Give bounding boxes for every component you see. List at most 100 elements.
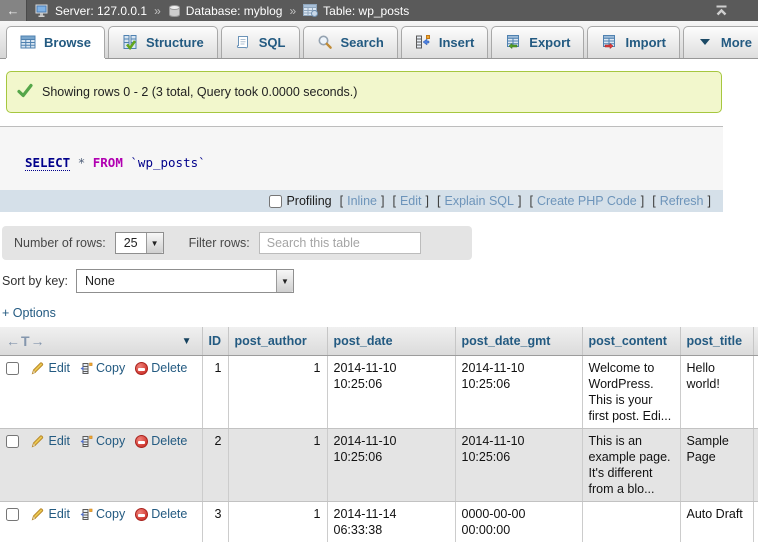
back-button[interactable]: ← xyxy=(0,0,27,21)
sql-star: * xyxy=(78,155,86,170)
create-php-code-link[interactable]: Create PHP Code xyxy=(537,194,637,208)
breadcrumb-separator: » xyxy=(154,4,161,18)
tab-structure[interactable]: Structure xyxy=(108,26,218,58)
cell-post-date-gmt: 2014-11-10 10:25:06 xyxy=(455,429,582,502)
edit-row-link[interactable]: Edit xyxy=(31,361,70,375)
bracket: [ xyxy=(392,194,395,208)
delete-row-link[interactable]: Delete xyxy=(135,507,187,521)
results-controls-bar: Number of rows: 25 ▼ Filter rows: xyxy=(2,226,472,260)
cell-post-date: 2014-11-10 10:25:06 xyxy=(327,429,455,502)
edit-row-link[interactable]: Edit xyxy=(31,434,70,448)
tab-export[interactable]: Export xyxy=(491,26,584,58)
tab-label: SQL xyxy=(259,35,286,50)
tab-search[interactable]: Search xyxy=(303,26,398,58)
column-header-overflow xyxy=(753,327,758,356)
profiling-checkbox[interactable] xyxy=(269,195,282,208)
import-icon xyxy=(601,34,617,50)
bracket: ] xyxy=(518,194,521,208)
cell-post-content: This is an example page. It's different … xyxy=(582,429,680,502)
tab-label: Browse xyxy=(44,35,91,50)
copy-row-link[interactable]: Copy xyxy=(80,434,125,448)
bracket: ] xyxy=(426,194,429,208)
breadcrumb-database[interactable]: Database: myblog xyxy=(186,4,283,18)
sql-query-text: SELECT * FROM `wp_posts` xyxy=(0,127,723,190)
tab-strip: Browse Structure SQL Search Insert xyxy=(0,21,758,59)
edit-row-link[interactable]: Edit xyxy=(31,507,70,521)
chevron-down-icon xyxy=(697,34,713,50)
copy-row-link[interactable]: Copy xyxy=(80,507,125,521)
explain-sql-link[interactable]: Explain SQL xyxy=(444,194,513,208)
column-header-id[interactable]: ID xyxy=(202,327,228,356)
options-expander[interactable]: + Options xyxy=(2,306,56,320)
status-message-text: Showing rows 0 - 2 (3 total, Query took … xyxy=(42,85,357,99)
tab-label: More xyxy=(721,35,752,50)
cell-id: 3 xyxy=(202,502,228,542)
sql-table-name: `wp_posts` xyxy=(130,155,205,170)
breadcrumb-separator: » xyxy=(289,4,296,18)
row-actions-cell: Edit Copy Delete xyxy=(0,429,202,502)
row-select-checkbox[interactable] xyxy=(6,362,19,375)
cell-post-author: 1 xyxy=(228,502,327,542)
tab-insert[interactable]: Insert xyxy=(401,26,488,58)
column-header-post-author[interactable]: post_author xyxy=(228,327,327,356)
filter-rows-input[interactable] xyxy=(259,232,421,254)
tab-more[interactable]: More xyxy=(683,26,758,58)
sort-by-key-row: Sort by key: None ▼ xyxy=(2,269,758,293)
column-order-arrows-icon[interactable]: ←T→ xyxy=(6,333,46,349)
delete-label: Delete xyxy=(151,434,187,448)
copy-icon xyxy=(80,508,93,525)
edit-label: Edit xyxy=(48,434,70,448)
profiling-label: Profiling xyxy=(286,194,331,208)
delete-row-link[interactable]: Delete xyxy=(135,361,187,375)
cell-post-date-gmt: 0000-00-00 00:00:00 xyxy=(455,502,582,542)
number-of-rows-select[interactable]: 25 ▼ xyxy=(115,232,164,254)
cell-post-title: Sample Page xyxy=(680,429,753,502)
select-dropdown-arrow-icon: ▼ xyxy=(276,270,293,292)
column-header-post-date-gmt[interactable]: post_date_gmt xyxy=(455,327,582,356)
copy-label: Copy xyxy=(96,434,125,448)
row-select-checkbox[interactable] xyxy=(6,435,19,448)
row-actions-cell: Edit Copy Delete xyxy=(0,356,202,429)
inline-link[interactable]: Inline xyxy=(347,194,377,208)
select-dropdown-arrow-icon: ▼ xyxy=(146,233,163,253)
bracket: [ xyxy=(340,194,343,208)
tab-import[interactable]: Import xyxy=(587,26,679,58)
tab-browse[interactable]: Browse xyxy=(6,26,105,58)
refresh-link[interactable]: Refresh xyxy=(660,194,704,208)
phpmyadmin-window: ← Server: 127.0.0.1 » Database: myblog »… xyxy=(0,0,758,542)
column-header-post-content[interactable]: post_content xyxy=(582,327,680,356)
cell-post-date: 2014-11-14 06:33:38 xyxy=(327,502,455,542)
breadcrumb-table[interactable]: Table: wp_posts xyxy=(323,4,409,18)
breadcrumb: Server: 127.0.0.1 » Database: myblog » T… xyxy=(35,4,409,18)
export-icon xyxy=(505,34,521,50)
table-header-row: ←T→ ▼ ID post_author post_date post_date… xyxy=(0,327,758,356)
pencil-icon xyxy=(31,434,45,452)
edit-query-link[interactable]: Edit xyxy=(400,194,422,208)
tab-sql[interactable]: SQL xyxy=(221,26,300,58)
delete-label: Delete xyxy=(151,361,187,375)
filter-rows-label: Filter rows: xyxy=(189,236,250,250)
column-header-post-date[interactable]: post_date xyxy=(327,327,455,356)
copy-icon xyxy=(80,435,93,452)
delete-icon xyxy=(135,508,148,521)
bracket: ] xyxy=(381,194,384,208)
bracket: [ xyxy=(437,194,440,208)
cell-post-date: 2014-11-10 10:25:06 xyxy=(327,356,455,429)
query-toolbar: Profiling [Inline] [Edit] [Explain SQL] … xyxy=(0,190,723,212)
breadcrumb-server[interactable]: Server: 127.0.0.1 xyxy=(55,4,147,18)
delete-row-link[interactable]: Delete xyxy=(135,434,187,448)
cell-post-title: Hello world! xyxy=(680,356,753,429)
delete-label: Delete xyxy=(151,507,187,521)
column-header-post-title[interactable]: post_title xyxy=(680,327,753,356)
search-icon xyxy=(317,34,333,50)
row-actions-header: ←T→ ▼ xyxy=(0,327,202,356)
column-options-caret-icon[interactable]: ▼ xyxy=(182,336,192,347)
collapse-panel-icon[interactable] xyxy=(713,4,730,17)
sort-by-key-select[interactable]: None ▼ xyxy=(76,269,294,293)
copy-row-link[interactable]: Copy xyxy=(80,361,125,375)
sql-keyword-select[interactable]: SELECT xyxy=(25,155,70,171)
row-select-checkbox[interactable] xyxy=(6,508,19,521)
cell-post-date-gmt: 2014-11-10 10:25:06 xyxy=(455,356,582,429)
profiling-toggle[interactable]: Profiling xyxy=(269,194,331,208)
cell-overflow xyxy=(753,502,758,542)
